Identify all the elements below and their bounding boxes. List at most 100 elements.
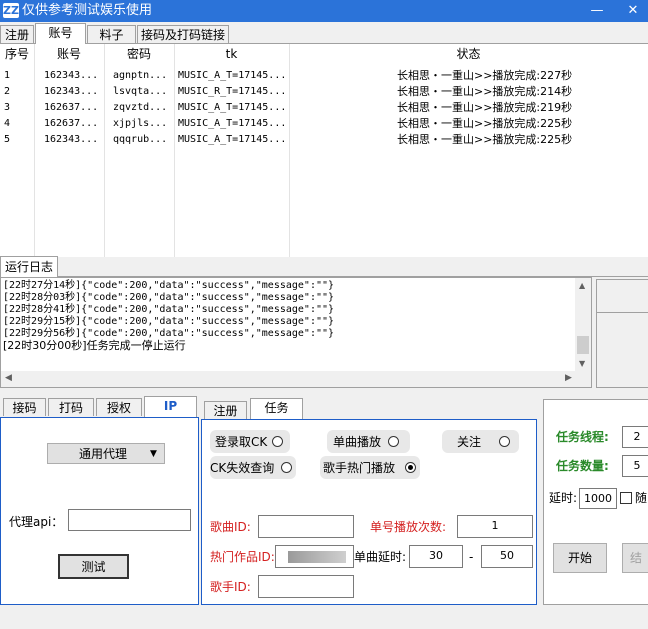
delay-ms-label: 延时: xyxy=(549,491,578,505)
blurred-value xyxy=(288,551,346,563)
log-hscrollbar[interactable]: ◀ ▶ xyxy=(1,371,591,387)
radio-single-play[interactable] xyxy=(388,436,399,447)
singer-id-input[interactable] xyxy=(258,575,354,598)
chevron-down-icon: ▼ xyxy=(150,449,157,459)
radio-login-ck[interactable] xyxy=(272,436,283,447)
threads-input[interactable]: 2 xyxy=(622,426,648,448)
cell-password: xjpjls... xyxy=(113,118,168,129)
tasks-label: 任务数量: xyxy=(556,459,609,473)
cell-password: qqqrub... xyxy=(113,134,168,145)
col-header-tk[interactable]: tk xyxy=(174,44,289,65)
cell-status: 长相思・一重山>>播放完成:219秒 xyxy=(397,101,573,114)
cell-account: 162343... xyxy=(44,86,99,97)
radio-single-play-label: 单曲播放 xyxy=(333,435,382,449)
top-tab-bar: 注册 账号 料子 接码及打码链接 xyxy=(0,22,648,44)
ip-panel: 通用代理 ▼ 代理api： 测试 xyxy=(0,417,199,605)
song-id-label: 歌曲ID: xyxy=(210,520,251,534)
cell-account: 162343... xyxy=(44,70,99,81)
threads-label: 任务线程: xyxy=(556,430,609,444)
column-divider xyxy=(289,44,290,257)
delay-ms-input[interactable]: 1000 xyxy=(579,488,617,509)
test-button[interactable]: 测试 xyxy=(58,554,129,579)
log-line: [22时28分41秒]{"code":200,"data":"success",… xyxy=(3,304,335,315)
cell-tk: MUSIC_A_T=17145... xyxy=(178,134,287,145)
title-bar: ZZ 仅供参考测试娱乐使用 — ✕ xyxy=(0,0,648,22)
radio-ck-check-label: CK失效查询 xyxy=(210,461,275,475)
proxy-api-input[interactable] xyxy=(68,509,191,531)
tasks-input[interactable]: 5 xyxy=(622,455,648,477)
proxy-select[interactable]: 通用代理 ▼ xyxy=(47,443,165,464)
tab-authorize[interactable]: 授权 xyxy=(96,398,142,416)
cell-status: 长相思・一重山>>播放完成:214秒 xyxy=(397,85,573,98)
cell-index: 3 xyxy=(4,102,11,113)
side-box xyxy=(596,313,648,388)
cell-account: 162637... xyxy=(44,118,99,129)
scroll-right-icon[interactable]: ▶ xyxy=(565,373,572,383)
tab-task[interactable]: 任务 xyxy=(250,398,303,419)
delay-max-input[interactable]: 50 xyxy=(481,545,533,568)
delay-separator: - xyxy=(469,550,474,564)
radio-follow[interactable] xyxy=(499,436,510,447)
cell-index: 1 xyxy=(4,70,11,81)
radio-follow-label: 关注 xyxy=(457,435,482,449)
column-divider xyxy=(34,44,35,257)
tab-material[interactable]: 料子 xyxy=(87,25,136,43)
cell-status: 长相思・一重山>>播放完成:227秒 xyxy=(397,69,573,82)
tab-code-links[interactable]: 接码及打码链接 xyxy=(137,25,229,43)
control-panel: 任务线程: 2 任务数量: 5 延时: 1000 随 开始 结 xyxy=(543,399,648,605)
log-line: [22时27分14秒]{"code":200,"data":"success",… xyxy=(3,280,335,291)
app-icon: ZZ xyxy=(3,3,19,18)
cell-tk: MUSIC_A_T=17145... xyxy=(178,102,287,113)
column-divider xyxy=(104,44,105,257)
radio-singer-hot-label: 歌手热门播放 xyxy=(323,461,396,475)
play-count-label: 单号播放次数: xyxy=(370,520,447,534)
cell-tk: MUSIC_A_T=17145... xyxy=(178,70,287,81)
delay-min-input[interactable]: 30 xyxy=(409,545,463,568)
tab-register-task[interactable]: 注册 xyxy=(204,401,247,419)
radio-ck-check[interactable] xyxy=(281,462,292,473)
log-line: [22时30分00秒]任务完成一停止运行 xyxy=(3,339,186,352)
song-id-input[interactable] xyxy=(258,515,354,538)
cell-tk: MUSIC_A_T=17145... xyxy=(178,118,287,129)
log-line: [22时29分15秒]{"code":200,"data":"success",… xyxy=(3,316,335,327)
col-header-index[interactable]: 序号 xyxy=(0,44,34,65)
window-title: 仅供参考测试娱乐使用 xyxy=(22,3,153,18)
account-table[interactable]: 序号 账号 密码 tk 状态 1 162343... agnptn... MUS… xyxy=(0,43,648,257)
close-button[interactable]: ✕ xyxy=(618,0,648,22)
cell-account: 162637... xyxy=(44,102,99,113)
tab-ip[interactable]: IP xyxy=(144,396,197,417)
tab-register[interactable]: 注册 xyxy=(0,25,34,43)
log-line: [22时28分03秒]{"code":200,"data":"success",… xyxy=(3,292,335,303)
scroll-up-icon[interactable]: ▲ xyxy=(579,281,585,290)
play-count-input[interactable]: 1 xyxy=(457,515,533,538)
delay-label: 单曲延时: xyxy=(354,550,407,564)
scroll-down-icon[interactable]: ▼ xyxy=(579,359,585,368)
radio-singer-hot[interactable] xyxy=(405,462,416,473)
tab-accounts[interactable]: 账号 xyxy=(35,23,86,44)
minimize-button[interactable]: — xyxy=(582,0,612,22)
tab-receive-code[interactable]: 接码 xyxy=(3,398,46,416)
end-button[interactable]: 结 xyxy=(622,543,648,573)
random-checkbox[interactable] xyxy=(620,492,632,504)
scroll-left-icon[interactable]: ◀ xyxy=(5,373,12,383)
start-button[interactable]: 开始 xyxy=(553,543,607,573)
scroll-thumb[interactable] xyxy=(577,336,589,354)
run-log-box[interactable]: [22时27分14秒]{"code":200,"data":"success",… xyxy=(0,277,592,388)
cell-index: 4 xyxy=(4,118,11,129)
tab-run-log[interactable]: 运行日志 xyxy=(0,256,58,277)
cell-account: 162343... xyxy=(44,134,99,145)
cell-tk: MUSIC_R_T=17145... xyxy=(178,86,287,97)
column-divider xyxy=(174,44,175,257)
col-header-password[interactable]: 密码 xyxy=(104,44,174,65)
cell-password: lsvqta... xyxy=(113,86,168,97)
side-box xyxy=(596,279,648,313)
log-vscrollbar[interactable]: ▲ ▼ xyxy=(575,278,591,371)
hot-work-id-input[interactable] xyxy=(275,545,354,568)
tab-captcha[interactable]: 打码 xyxy=(48,398,94,416)
col-header-account[interactable]: 账号 xyxy=(34,44,104,65)
task-panel: 登录取CK 单曲播放 关注 CK失效查询 歌手热门播放 歌曲ID: 热门作品ID… xyxy=(201,419,537,605)
cell-index: 2 xyxy=(4,86,11,97)
col-header-status[interactable]: 状态 xyxy=(289,44,648,65)
singer-id-label: 歌手ID: xyxy=(210,580,251,594)
hot-work-id-label: 热门作品ID: xyxy=(210,550,275,564)
